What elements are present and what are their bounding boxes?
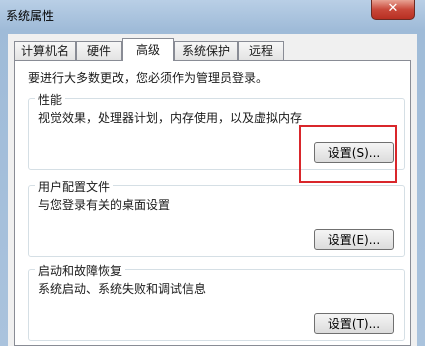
tab-system-protection[interactable]: 系统保护 (174, 41, 238, 60)
system-properties-window: 系统属性 ✕ 计算机名 硬件 高级 系统保护 远程 要进行大多数更改，您必须作为… (0, 0, 425, 346)
user-profiles-description: 与您登录有关的桌面设置 (38, 198, 171, 212)
tab-computer-name[interactable]: 计算机名 (14, 41, 76, 60)
highlight-box (299, 125, 397, 183)
performance-description: 视觉效果，处理器计划，内存使用，以及虚拟内存 (38, 111, 303, 125)
title-bar[interactable]: 系统属性 ✕ (0, 0, 425, 30)
advanced-panel: 要进行大多数更改，您必须作为管理员登录。 性能 视觉效果，处理器计划，内存使用，… (14, 60, 411, 346)
user-profiles-title: 用户配置文件 (35, 178, 114, 195)
tab-advanced[interactable]: 高级 (122, 38, 174, 61)
admin-notice: 要进行大多数更改，您必须作为管理员登录。 (28, 71, 269, 85)
startup-recovery-title: 启动和故障恢复 (35, 262, 126, 279)
dialog-body: 计算机名 硬件 高级 系统保护 远程 要进行大多数更改，您必须作为管理员登录。 … (8, 34, 417, 346)
startup-recovery-settings-button[interactable]: 设置(T)... (314, 313, 394, 334)
startup-recovery-group: 启动和故障恢复 系统启动、系统失败和调试信息 设置(T)... (28, 262, 405, 341)
tab-remote[interactable]: 远程 (238, 41, 284, 60)
user-profiles-settings-button[interactable]: 设置(E)... (314, 229, 394, 250)
close-icon: ✕ (387, 1, 399, 16)
window-title: 系统属性 (6, 9, 55, 23)
close-button[interactable]: ✕ (371, 0, 415, 20)
startup-recovery-description: 系统启动、系统失败和调试信息 (38, 282, 207, 296)
performance-title: 性能 (35, 91, 66, 108)
tab-hardware[interactable]: 硬件 (76, 41, 122, 60)
user-profiles-group: 用户配置文件 与您登录有关的桌面设置 设置(E)... (28, 178, 405, 257)
